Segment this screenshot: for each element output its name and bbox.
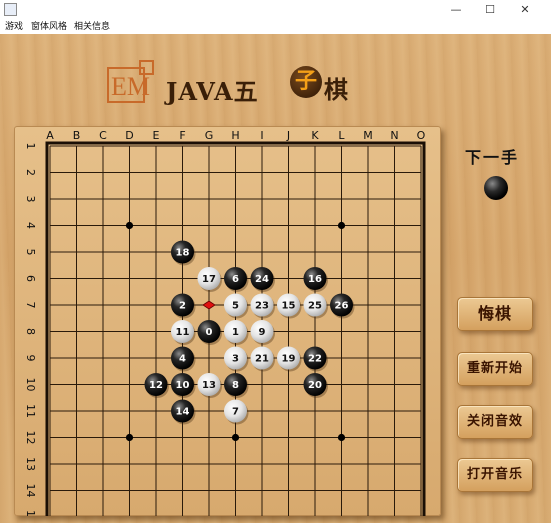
star-point [337, 221, 346, 230]
next-move-black-stone [484, 176, 508, 200]
stone-move-number: 14 [176, 407, 190, 418]
stone-move-number: 26 [335, 301, 349, 312]
row-label: 14 [24, 484, 37, 498]
minimize-button[interactable]: — [444, 2, 468, 18]
column-label: K [311, 129, 319, 142]
last-move-marker [202, 300, 216, 310]
stone-move-number: 4 [179, 354, 186, 365]
column-label: H [231, 129, 239, 142]
row-label: 8 [24, 328, 37, 335]
maximize-button[interactable]: ☐ [478, 2, 502, 18]
menu-game[interactable]: 游戏 [5, 20, 23, 34]
menu-window-style[interactable]: 窗体风格 [31, 20, 67, 34]
stone-move-number: 7 [232, 407, 239, 418]
menu-about[interactable]: 相关信息 [74, 20, 110, 34]
column-label: N [390, 129, 398, 142]
stone-move-number: 2 [179, 301, 186, 312]
logo-java-text: JAVA五 [166, 77, 259, 106]
stone-move-number: 8 [232, 380, 239, 391]
next-move-label: 下一手 [465, 148, 520, 167]
em-logo-text: EM [111, 72, 150, 101]
stone-move-number: 17 [202, 274, 216, 285]
column-label: C [99, 129, 107, 142]
stone-move-number: 10 [176, 380, 190, 391]
column-label: L [338, 129, 345, 142]
stone-move-number: 0 [206, 327, 213, 338]
row-label: 10 [24, 378, 37, 392]
column-label: G [205, 129, 214, 142]
star-point [231, 433, 240, 442]
star-point [125, 221, 134, 230]
column-label: D [125, 129, 133, 142]
row-label: 11 [24, 404, 37, 418]
stone-move-number: 3 [232, 354, 239, 365]
stone-move-number: 11 [176, 327, 190, 338]
row-label: 4 [24, 222, 37, 229]
column-label: I [260, 129, 263, 142]
row-label: 13 [24, 457, 37, 471]
java-app-icon [4, 3, 17, 16]
open-music-button[interactable]: 打开音乐 [457, 458, 533, 492]
row-label: 2 [24, 169, 37, 176]
em-logo: EM [107, 60, 155, 104]
column-label: E [153, 129, 160, 142]
row-label: 7 [24, 302, 37, 309]
column-label: A [46, 129, 54, 142]
stone-move-number: 21 [255, 354, 269, 365]
menu-bar: 游戏 窗体风格 相关信息 [0, 20, 551, 34]
row-label: 12 [24, 431, 37, 445]
close-button[interactable]: ✕ [513, 2, 537, 18]
board-frame: ABCDEFGHIJKLMNO1234567891011121314150123… [14, 126, 441, 516]
close-sound-button[interactable]: 关闭音效 [457, 405, 533, 439]
row-label: 3 [24, 196, 37, 203]
stone-move-number: 25 [308, 301, 322, 312]
stone-move-number: 23 [255, 301, 269, 312]
logo-qi-text: 棋 [324, 75, 348, 104]
stone-move-number: 20 [308, 380, 322, 391]
window-titlebar: — ☐ ✕ [0, 0, 551, 20]
column-label: O [417, 129, 426, 142]
row-label: 15 [24, 510, 37, 516]
logo-zi-badge: 子 [290, 66, 322, 98]
game-panel: EM JAVA五 子 棋 A B C D E F G H I J K L M N O 1 2 3 4 5 6 7 8 9 10 1… [0, 34, 551, 523]
gomoku-board[interactable]: ABCDEFGHIJKLMNO1234567891011121314150123… [14, 126, 441, 516]
column-label: B [73, 129, 81, 142]
row-label: 9 [24, 355, 37, 362]
stone-move-number: 5 [232, 301, 239, 312]
restart-button[interactable]: 重新开始 [457, 352, 533, 386]
stone-move-number: 6 [232, 274, 239, 285]
stone-move-number: 12 [149, 380, 163, 391]
column-label: M [363, 129, 373, 142]
stone-move-number: 19 [282, 354, 296, 365]
row-label: 1 [24, 143, 37, 150]
stone-move-number: 18 [176, 248, 190, 259]
star-point [125, 433, 134, 442]
stone-move-number: 9 [259, 327, 266, 338]
stone-move-number: 24 [255, 274, 269, 285]
stone-move-number: 13 [202, 380, 216, 391]
row-label: 6 [24, 275, 37, 282]
row-label: 5 [24, 249, 37, 256]
column-label: J [286, 129, 290, 142]
column-label: F [179, 129, 185, 142]
undo-button[interactable]: 悔棋 [457, 297, 533, 331]
star-point [337, 433, 346, 442]
stone-move-number: 22 [308, 354, 322, 365]
stone-move-number: 1 [232, 327, 239, 338]
stone-move-number: 16 [308, 274, 322, 285]
stone-move-number: 15 [282, 301, 296, 312]
